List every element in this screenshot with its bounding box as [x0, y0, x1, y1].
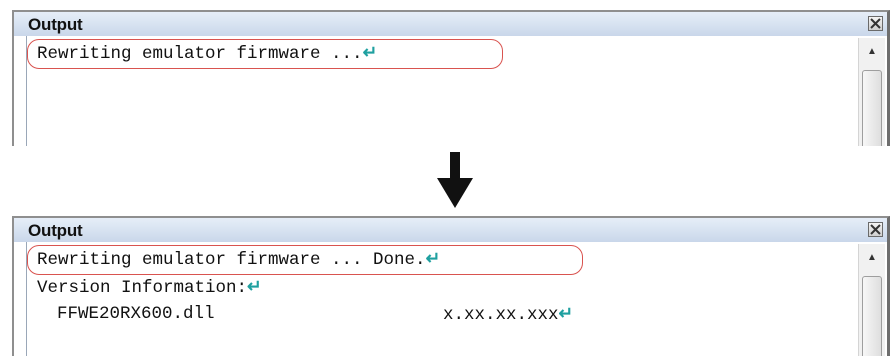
output-line: Rewriting emulator firmware ... Done.↵ — [37, 250, 441, 270]
output-panel-after: Output Rewriting emulator firmware ... D… — [12, 216, 890, 356]
output-line: Version Information:↵ — [37, 278, 262, 298]
scroll-up-icon[interactable]: ▲ — [859, 244, 885, 270]
output-text-area[interactable]: Rewriting emulator firmware ... Done.↵ V… — [26, 242, 855, 356]
return-mark-icon: ↵ — [247, 278, 262, 298]
panel-title: Output — [28, 221, 83, 240]
output-line: FFWE20RX600.dll — [57, 304, 215, 324]
return-mark-icon: ↵ — [362, 44, 378, 64]
vertical-scrollbar[interactable]: ▲ — [858, 38, 885, 146]
panel-title: Output — [28, 15, 83, 34]
scroll-up-icon[interactable]: ▲ — [859, 38, 885, 64]
output-panel-before: Output Rewriting emulator firmware ...↵ … — [12, 10, 890, 146]
output-text-area[interactable]: Rewriting emulator firmware ...↵ — [26, 36, 855, 146]
vertical-scrollbar[interactable]: ▲ — [858, 244, 885, 356]
scroll-thumb[interactable] — [862, 276, 882, 356]
panel-titlebar: Output — [14, 218, 887, 242]
output-line: x.xx.xx.xxx↵ — [443, 305, 574, 325]
close-icon[interactable] — [868, 222, 883, 237]
return-mark-icon: ↵ — [558, 305, 574, 325]
panel-titlebar: Output — [14, 12, 887, 36]
output-line: Rewriting emulator firmware ...↵ — [37, 44, 378, 64]
scroll-thumb[interactable] — [862, 70, 882, 146]
close-icon[interactable] — [868, 16, 883, 31]
down-arrow-icon — [437, 152, 473, 208]
return-mark-icon: ↵ — [425, 250, 441, 270]
